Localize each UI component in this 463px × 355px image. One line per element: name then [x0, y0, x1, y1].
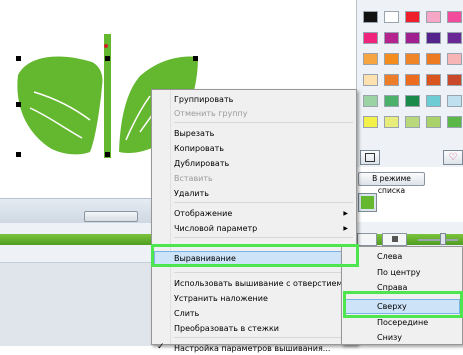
color-swatch[interactable]: [405, 11, 420, 23]
menu-item-label: Группировать: [174, 95, 234, 104]
menu-item[interactable]: Преобразовать в стежки: [174, 322, 354, 335]
menu-item[interactable]: Устранить наложение: [174, 292, 354, 305]
menu-item[interactable]: Отменить группу: [174, 107, 354, 120]
color-swatch[interactable]: [426, 32, 441, 44]
menu-item-label: Копировать: [174, 144, 224, 153]
menu-separator: [174, 202, 353, 203]
color-swatch[interactable]: [363, 116, 378, 128]
submenu-arrow-icon: ▶: [343, 210, 348, 217]
color-swatch[interactable]: [384, 74, 399, 86]
context-menu: Группировать Отменить группу Вырезать Копир…: [151, 89, 357, 353]
menu-item[interactable]: Настройка параметров вышивания...: [174, 342, 354, 355]
frame-icon: [365, 153, 375, 162]
color-swatch[interactable]: [447, 53, 462, 65]
menu-item[interactable]: Удалить: [174, 187, 354, 200]
highlight-box-top: [343, 291, 463, 318]
color-swatch[interactable]: [363, 11, 378, 23]
menu-item-label: Отменить группу: [174, 109, 248, 118]
color-palette-panel: [356, 0, 463, 167]
menu-item-label: Вставить: [174, 174, 213, 183]
menu-item-label: Удалить: [174, 189, 209, 198]
color-swatch[interactable]: [426, 53, 441, 65]
menu-item-label: Отображение: [174, 209, 233, 218]
palette-view-button[interactable]: [360, 150, 380, 165]
color-swatch[interactable]: [384, 116, 399, 128]
current-color-swatch[interactable]: [358, 193, 377, 212]
menu-item[interactable]: Группировать: [174, 93, 354, 106]
color-swatch[interactable]: [447, 74, 462, 86]
highlight-box-align: [151, 244, 359, 267]
color-swatch[interactable]: [447, 95, 462, 107]
lower-strip: [0, 262, 160, 346]
menu-item[interactable]: Дублировать: [174, 157, 354, 170]
menu-item-label: Преобразовать в стежки: [174, 324, 279, 333]
color-swatch[interactable]: [447, 116, 462, 128]
menu-item-label: Настройка параметров вышивания...: [174, 344, 331, 353]
menu-item-label: Слить: [174, 309, 200, 318]
menu-item-label: Использовать вышивание с отверстием: [174, 279, 343, 288]
color-swatch[interactable]: [363, 95, 378, 107]
submenu-item[interactable]: Снизу: [377, 331, 402, 344]
color-swatch[interactable]: [405, 53, 420, 65]
stop-button[interactable]: [382, 233, 407, 246]
menu-item[interactable]: Отображение ▶: [174, 207, 354, 220]
color-swatch[interactable]: [405, 74, 420, 86]
color-swatch[interactable]: [426, 74, 441, 86]
menu-item[interactable]: Слить: [174, 307, 354, 320]
menu-item[interactable]: Копировать: [174, 142, 354, 155]
menu-item[interactable]: Числовой параметр ▶: [174, 222, 354, 235]
selection-handle[interactable]: [105, 152, 110, 157]
color-swatch[interactable]: [384, 53, 399, 65]
color-swatch[interactable]: [384, 11, 399, 23]
menu-separator: [174, 272, 353, 273]
zoom-slider-track[interactable]: [418, 239, 458, 241]
selection-handle[interactable]: [16, 102, 21, 107]
color-swatch[interactable]: [447, 11, 462, 23]
menu-separator: [174, 122, 353, 123]
color-swatch[interactable]: [426, 116, 441, 128]
color-swatch[interactable]: [426, 11, 441, 23]
list-mode-button[interactable]: В режиме списка: [358, 172, 425, 195]
menu-item[interactable]: Использовать вышивание с отверстием: [174, 277, 354, 290]
selection-handle[interactable]: [16, 152, 21, 157]
menu-separator: [174, 337, 353, 338]
color-swatch[interactable]: [363, 74, 378, 86]
color-swatch[interactable]: [405, 116, 420, 128]
selection-handle[interactable]: [105, 56, 110, 61]
check-icon: ✓: [157, 342, 165, 352]
heart-icon[interactable]: ♡: [443, 150, 463, 165]
color-swatch[interactable]: [384, 32, 399, 44]
menu-separator: [174, 237, 353, 238]
color-swatch[interactable]: [384, 95, 399, 107]
menu-item-label: Вырезать: [174, 129, 215, 138]
color-swatch[interactable]: [447, 32, 462, 44]
submenu-arrow-icon: ▶: [343, 225, 348, 232]
submenu-item[interactable]: Слева: [377, 250, 402, 263]
menu-item[interactable]: Вырезать: [174, 127, 354, 140]
color-swatch[interactable]: [363, 32, 378, 44]
selection-handle[interactable]: [193, 56, 198, 61]
menu-item-label: Дублировать: [174, 159, 230, 168]
color-swatch[interactable]: [405, 95, 420, 107]
scrollbar-thumb[interactable]: [84, 211, 138, 222]
color-swatch[interactable]: [405, 32, 420, 44]
color-swatch[interactable]: [363, 53, 378, 65]
color-swatch[interactable]: [426, 95, 441, 107]
toolbar-button[interactable]: [357, 233, 377, 246]
zoom-slider-thumb[interactable]: [440, 233, 446, 245]
submenu-item[interactable]: По центру: [377, 266, 421, 279]
menu-item-label: Устранить наложение: [174, 294, 268, 303]
menu-item[interactable]: Вставить: [174, 172, 354, 185]
rotation-handle[interactable]: [104, 44, 108, 48]
menu-item-label: Числовой параметр: [174, 224, 258, 233]
selection-handle[interactable]: [16, 56, 21, 61]
